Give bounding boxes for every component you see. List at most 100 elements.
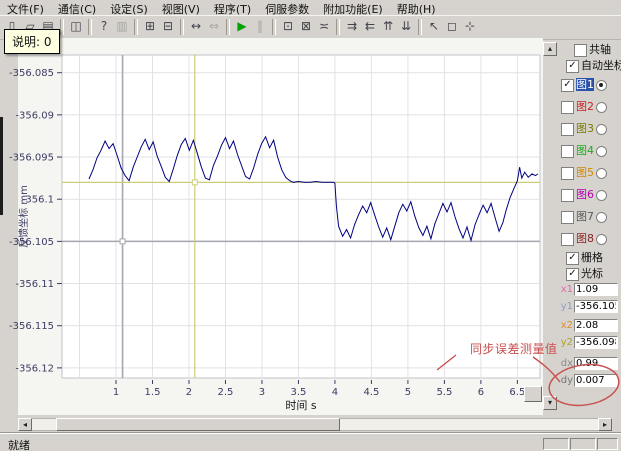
checkbox[interactable] — [561, 101, 574, 114]
toolbar-separator — [60, 19, 64, 35]
plot-radio-3[interactable] — [596, 124, 607, 135]
scale-y-expand-icon: ⇈ — [383, 19, 393, 33]
checkbox[interactable] — [561, 123, 574, 136]
plot-radio-8[interactable] — [596, 234, 607, 245]
scale-x-expand-icon: ⇉ — [347, 19, 357, 33]
x2-field-row: x2 — [558, 318, 621, 335]
plot-toggle-6[interactable]: 图6 — [558, 184, 621, 206]
plot-radio-6[interactable] — [596, 190, 607, 201]
checkbox[interactable]: ✓ — [561, 79, 574, 92]
x-tick-label: 1.5 — [145, 387, 161, 398]
zoom-window-button[interactable]: ⊠ — [297, 18, 315, 35]
menu-item-4[interactable]: 视图(V) — [155, 0, 207, 15]
copy-button[interactable]: ◫ — [67, 18, 85, 35]
checkbox[interactable]: ✓ — [566, 60, 579, 73]
select-region-button[interactable]: ◻ — [443, 18, 461, 35]
plot-toggle-7[interactable]: 图7 — [558, 206, 621, 228]
checkbox[interactable] — [561, 211, 574, 224]
plot-toggle-5[interactable]: 图5 — [558, 162, 621, 184]
pause-button[interactable]: ‖ — [251, 18, 269, 35]
plot-label-3: 图3 — [576, 122, 594, 135]
plot-radio-7[interactable] — [596, 212, 607, 223]
coaxial-checkbox-row[interactable]: 共轴 — [558, 42, 621, 58]
checkbox[interactable]: ✓ — [566, 268, 579, 281]
panel-scroll-up-button[interactable]: ▴ — [543, 42, 557, 56]
scroll-left-button[interactable]: ◂ — [18, 418, 32, 431]
menu-item-6[interactable]: 伺服参数 — [258, 0, 316, 15]
menu-item-1[interactable]: 文件(F) — [0, 0, 51, 15]
checkbox[interactable] — [561, 145, 574, 158]
autoscale-checkbox-row[interactable]: ✓自动坐标 — [558, 58, 621, 74]
status-cell-2 — [570, 438, 596, 450]
menu-item-5[interactable]: 程序(T) — [207, 0, 258, 15]
cursor1-marker[interactable] — [120, 239, 125, 244]
panel-scroll-down-button[interactable]: ▾ — [543, 396, 557, 410]
dx-input[interactable] — [574, 357, 618, 370]
y2-input[interactable] — [574, 336, 618, 349]
plot-radio-2[interactable] — [596, 102, 607, 113]
scale-y-shrink-button[interactable]: ⇊ — [397, 18, 415, 35]
x-tick-label: 4.5 — [363, 387, 379, 398]
scale-y-expand-button[interactable]: ⇈ — [379, 18, 397, 35]
plot-toggle-1[interactable]: ✓图1 — [558, 74, 621, 96]
x-tick-label: 5.5 — [436, 387, 452, 398]
plot-label-8: 图8 — [576, 232, 594, 245]
menu-item-2[interactable]: 通信(C) — [51, 0, 103, 15]
chart-corner-button[interactable] — [524, 386, 542, 402]
cursor2-marker[interactable] — [192, 180, 197, 185]
plot-toggle-8[interactable]: 图8 — [558, 228, 621, 250]
y1-input[interactable] — [574, 300, 618, 313]
plot-radio-5[interactable] — [596, 168, 607, 179]
graph-grid-button[interactable]: ⊞ — [141, 18, 159, 35]
checkbox[interactable] — [561, 233, 574, 246]
menu-item-8[interactable]: 帮助(H) — [390, 0, 443, 15]
scale-x-shrink-button[interactable]: ⇇ — [361, 18, 379, 35]
cursor-checkbox-row[interactable]: ✓光标 — [558, 266, 621, 282]
arrow-down-icon: ▾ — [548, 398, 552, 407]
pan-icon: ⊹ — [465, 19, 475, 33]
zoom-fit-button[interactable]: ⊡ — [279, 18, 297, 35]
plot-toggle-2[interactable]: 图2 — [558, 96, 621, 118]
menu-item-3[interactable]: 设定(S) — [103, 0, 155, 15]
chart-area[interactable]: 11.522.533.544.555.566.5-356.085-356.09-… — [0, 38, 543, 416]
x-tick-label: 6 — [478, 387, 484, 398]
checkbox[interactable] — [574, 44, 587, 57]
plot-radio-1[interactable] — [596, 80, 607, 91]
x2-input[interactable] — [574, 319, 618, 332]
zoom-vertical-button[interactable]: ≍ — [315, 18, 333, 35]
print-button[interactable]: ▥ — [113, 18, 131, 35]
plot-toggle-4[interactable]: 图4 — [558, 140, 621, 162]
select-region-icon: ◻ — [447, 19, 457, 33]
horizontal-scrollbar-thumb[interactable] — [56, 418, 340, 431]
expand-horizontal-button[interactable]: ↔ — [187, 18, 205, 35]
y-axis-title: 反馈坐标 mm — [17, 185, 30, 248]
autoscale-checkbox-label: 自动坐标 — [581, 59, 621, 72]
x1-field-row: x1 — [558, 282, 621, 299]
plot-label-7: 图7 — [576, 210, 594, 223]
left-splitter-handle[interactable] — [0, 117, 3, 215]
y1-field-row: y1 — [558, 299, 621, 316]
grid-checkbox-row[interactable]: ✓栅格 — [558, 250, 621, 266]
plot-radio-4[interactable] — [596, 146, 607, 157]
y2-label: y2 — [558, 335, 573, 351]
zoom-window-icon: ⊠ — [301, 19, 311, 33]
menu-item-7[interactable]: 附加功能(E) — [316, 0, 390, 15]
play-button[interactable]: ▶ — [233, 18, 251, 35]
dx-label: dx — [558, 356, 573, 372]
plot-area[interactable] — [62, 55, 540, 378]
scroll-right-button[interactable]: ▸ — [598, 418, 612, 431]
checkbox[interactable] — [561, 189, 574, 202]
checkbox[interactable] — [561, 167, 574, 180]
link-horizontal-button[interactable]: ⇔ — [205, 18, 223, 35]
scale-x-expand-button[interactable]: ⇉ — [343, 18, 361, 35]
checkbox[interactable]: ✓ — [566, 252, 579, 265]
help-button[interactable]: ? — [95, 18, 113, 35]
plot-label-5: 图5 — [576, 166, 594, 179]
plot-toggle-3[interactable]: 图3 — [558, 118, 621, 140]
copy-icon: ◫ — [70, 19, 81, 33]
dy-input[interactable] — [574, 374, 618, 387]
graph-frame-button[interactable]: ⊟ — [159, 18, 177, 35]
pointer-button[interactable]: ↖ — [425, 18, 443, 35]
x1-input[interactable] — [574, 283, 618, 296]
pan-button[interactable]: ⊹ — [461, 18, 479, 35]
